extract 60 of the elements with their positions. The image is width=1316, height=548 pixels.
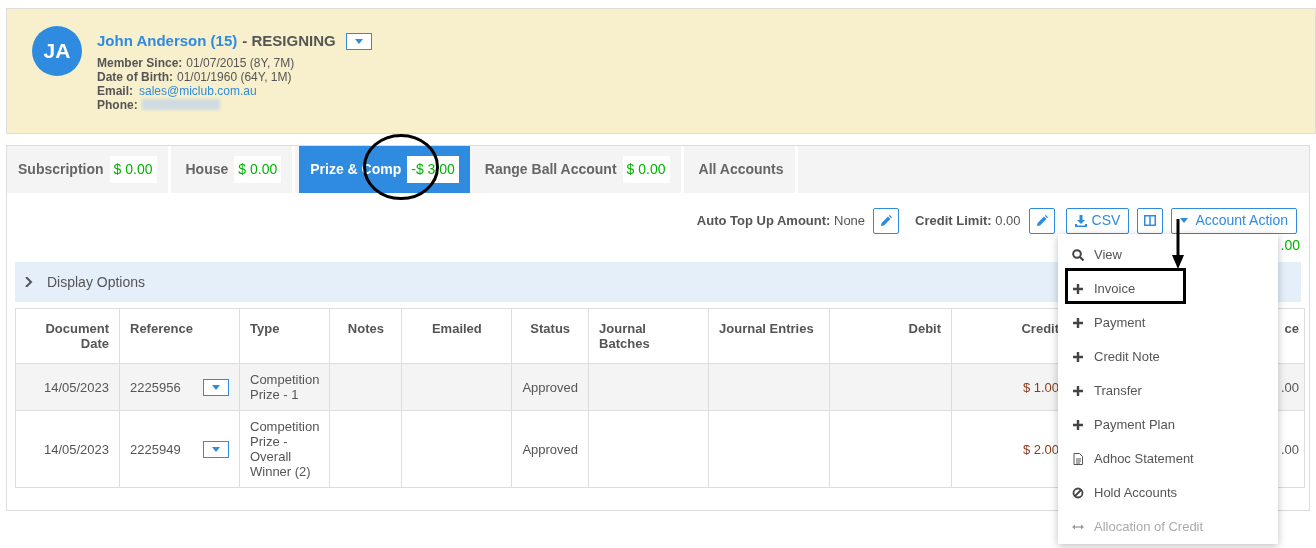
column-header[interactable]: Notes xyxy=(340,321,392,336)
detail-value: 01/07/2015 (8Y, 7M) xyxy=(186,55,295,70)
detail-label: Phone: xyxy=(97,97,138,112)
credit-limit: Credit Limit: 0.00 xyxy=(915,211,1021,230)
detail-value: 01/01/1960 (64Y, 1M) xyxy=(177,69,292,84)
caret-icon xyxy=(212,384,220,390)
member-status: - RESIGNING xyxy=(242,31,336,51)
menu-item[interactable]: Transfer xyxy=(1058,374,1278,408)
table-cell: Approved xyxy=(522,441,579,457)
detail-label: Email: xyxy=(97,83,133,98)
table-cell: 2225956 xyxy=(130,379,181,395)
table-cell: Approved xyxy=(522,379,579,395)
annotation-arrow xyxy=(1172,219,1184,269)
detail-label: Member Since: xyxy=(97,55,183,70)
pencil-icon xyxy=(880,214,893,227)
chevron-icon xyxy=(25,277,35,287)
auto-top-up-amount: Auto Top Up Amount: None xyxy=(696,211,866,230)
plus-icon xyxy=(1072,317,1084,329)
document-icon xyxy=(1072,453,1084,465)
download-icon xyxy=(1074,214,1087,227)
edit-button[interactable] xyxy=(873,207,900,234)
ban-icon xyxy=(1072,487,1084,499)
menu-item[interactable]: Hold Accounts xyxy=(1058,476,1278,510)
table-cell: $ 2.00 xyxy=(1022,441,1060,457)
account-action-button[interactable]: Account Action xyxy=(1171,207,1297,234)
pencil-icon xyxy=(1035,214,1048,227)
menu-item[interactable]: Credit Note xyxy=(1058,340,1278,374)
detail-label: Date of Birth: xyxy=(97,69,173,84)
table-cell: .00 xyxy=(1280,441,1299,457)
dropdown-button[interactable] xyxy=(203,378,229,396)
balance-amount: .00 xyxy=(1280,236,1300,255)
avatar: JA xyxy=(32,26,82,76)
table-cell: Competition Prize - Overall Winner (2) xyxy=(250,419,320,479)
tab-amount: $ 0.00 xyxy=(622,156,670,183)
menu-item[interactable]: Payment xyxy=(1058,306,1278,340)
plus-icon xyxy=(1072,351,1084,363)
columns-icon xyxy=(1144,215,1157,226)
table-cell: Competition Prize - 1 xyxy=(250,372,320,402)
table-cell: 14/05/2023 xyxy=(43,379,109,395)
table-cell: $ 1.00 xyxy=(1022,379,1060,395)
tab-amount: $ 0.00 xyxy=(234,156,282,183)
caret-icon xyxy=(354,38,363,44)
edit-button[interactable] xyxy=(1028,207,1055,234)
plus-icon xyxy=(1072,283,1084,295)
csv-button[interactable]: CSV xyxy=(1065,207,1130,234)
search-icon xyxy=(1072,249,1084,261)
table-cell: 2225949 xyxy=(130,441,181,457)
plus-icon xyxy=(1072,419,1084,431)
caret-icon xyxy=(1180,218,1189,223)
dropdown-button[interactable] xyxy=(203,440,229,458)
plus-icon xyxy=(1072,385,1084,397)
table-cell: .00 xyxy=(1280,379,1299,395)
tab-amount: $ 0.00 xyxy=(109,156,157,183)
menu-item[interactable]: Adhoc Statement xyxy=(1058,442,1278,476)
table-cell: 14/05/2023 xyxy=(43,441,109,457)
menu-item[interactable]: Payment Plan xyxy=(1058,408,1278,442)
column-header[interactable]: Status xyxy=(522,321,579,336)
columns-button[interactable] xyxy=(1137,207,1164,234)
caret-icon xyxy=(212,446,220,452)
member-dropdown-button[interactable] xyxy=(345,32,372,50)
